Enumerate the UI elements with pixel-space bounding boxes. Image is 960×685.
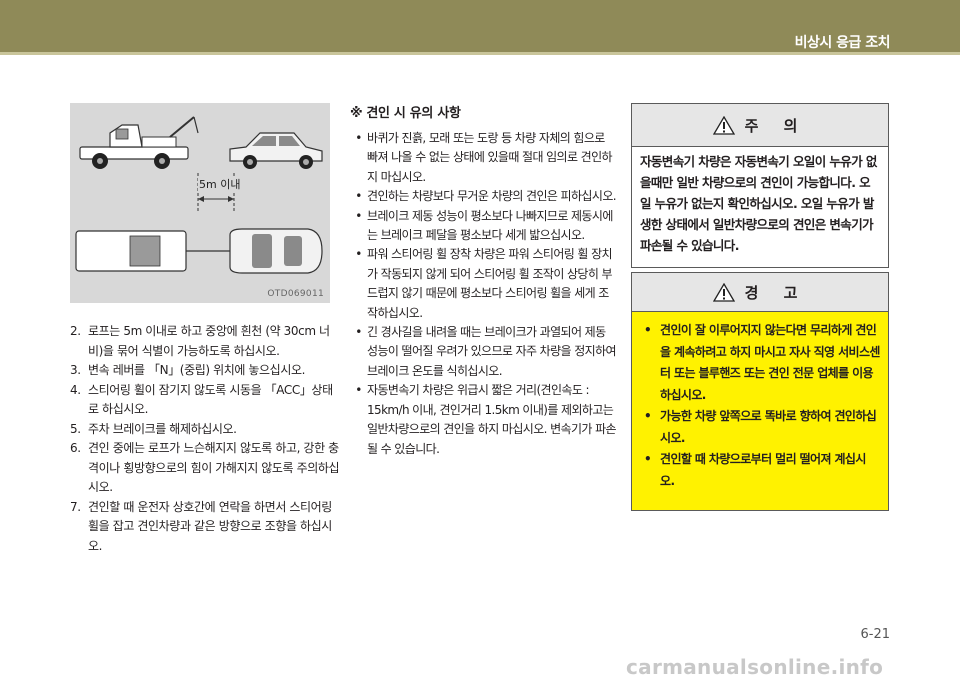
warning-list: • 견인이 잘 이루어지지 않는다면 무리하게 견인을 계속하려고 하지 마시고 … (632, 312, 888, 492)
towing-illustration: 5m 이내 OTD069011 (70, 103, 330, 303)
page-number: 6-21 (860, 627, 890, 642)
bullet-icon: • (644, 452, 652, 466)
step-number: 6. (70, 441, 81, 455)
step-number: 5. (70, 421, 81, 436)
bullet-icon: • (355, 131, 362, 145)
list-item: • 긴 경사길을 내려올 때는 브레이크가 과열되어 제동 성능이 떨어질 우려가… (350, 323, 618, 381)
towing-steps-list: 2. 로프는 5m 이내로 하고 중앙에 흰천 (약 30cm 너비)을 묶어 식… (70, 322, 342, 556)
note-text: 바퀴가 진흙, 모래 또는 도랑 등 차량 자체의 힘으로 빠져 나올 수 없는… (367, 131, 613, 184)
caution-box: 주 의 자동변속기 차량은 자동변속기 오일이 누유가 없을때만 일반 차량으로… (631, 103, 889, 268)
warning-text: 가능한 차량 앞쪽으로 똑바로 향하여 견인하십시오. (660, 409, 877, 445)
warning-box: 경 고 • 견인이 잘 이루어지지 않는다면 무리하게 견인을 계속하려고 하지 … (631, 272, 889, 511)
bullet-icon: • (355, 247, 362, 262)
step-text: 변속 레버를 「N」(중립) 위치에 놓으십시오. (88, 363, 306, 377)
bullet-icon: • (644, 409, 652, 423)
notes-title: 견인 시 유의 사항 (366, 106, 461, 121)
note-text: 자동변속기 차량은 위급시 짧은 거리(견인속도 : 15km/h 이내, 견인… (367, 383, 617, 456)
list-item: • 브레이크 제동 성능이 평소보다 나빠지므로 제동시에는 브레이크 페달을 평… (350, 207, 618, 246)
note-text: 브레이크 제동 성능이 평소보다 나빠지므로 제동시에는 브레이크 페달을 평소… (367, 208, 613, 243)
bullet-icon: • (355, 189, 362, 204)
warning-title: 경 고 (744, 283, 808, 302)
step-text: 로프는 5m 이내로 하고 중앙에 흰천 (약 30cm 너비)을 묶어 식별이… (88, 324, 330, 358)
warning-text: 견인이 잘 이루어지지 않는다면 무리하게 견인을 계속하려고 하지 마시고 자… (660, 323, 880, 402)
towed-car-top-icon (229, 228, 323, 274)
bullet-icon: • (644, 323, 652, 337)
list-item: • 견인하는 차량보다 무거운 차량의 견인은 피하십시오. (350, 187, 618, 206)
list-item: 2. 로프는 5m 이내로 하고 중앙에 흰천 (약 30cm 너비)을 묶어 식… (70, 322, 342, 361)
step-number: 3. (70, 363, 81, 377)
tow-truck-top-icon (75, 230, 230, 272)
list-item: 5. 주차 브레이크를 해제하십시오. (70, 420, 342, 440)
warning-text: 견인할 때 차량으로부터 멀리 떨어져 계십시오. (660, 452, 866, 488)
caution-title: 주 의 (744, 116, 808, 135)
step-number: 2. (70, 324, 81, 338)
note-text: 긴 경사길을 내려올 때는 브레이크가 과열되어 제동 성능이 떨어질 우려가 … (367, 325, 617, 378)
warning-triangle-icon (712, 282, 735, 302)
list-item: • 견인이 잘 이루어지지 않는다면 무리하게 견인을 계속하려고 하지 마시고 … (644, 320, 880, 406)
bullet-icon: • (355, 208, 362, 223)
step-text: 견인할 때 운전자 상호간에 연락을 하면서 스티어링 휠을 잡고 견인차량과 … (88, 499, 332, 553)
list-item: 6. 견인 중에는 로프가 느슨해지지 않도록 하고, 강한 충격이나 횡방향으로… (70, 439, 342, 498)
section-title: 비상시 응급 조치 (794, 35, 891, 51)
note-text: 파워 스티어링 휠 장착 차량은 파워 스티어링 휠 장치가 작동되지 않게 되… (367, 247, 613, 320)
header-divider (0, 52, 960, 55)
tow-truck-icon (79, 116, 199, 169)
list-item: 3. 변속 레버를 「N」(중립) 위치에 놓으십시오. (70, 361, 342, 381)
list-item: 7. 견인할 때 운전자 상호간에 연락을 하면서 스티어링 휠을 잡고 견인차량… (70, 498, 342, 557)
notes-list: • 바퀴가 진흙, 모래 또는 도랑 등 차량 자체의 힘으로 빠져 나올 수 없… (350, 129, 618, 459)
step-number: 4. (70, 382, 81, 397)
towing-notes: ※ 견인 시 유의 사항 • 바퀴가 진흙, 모래 또는 도랑 등 차량 자체의 힘… (350, 102, 618, 459)
list-item: • 자동변속기 차량은 위급시 짧은 거리(견인속도 : 15km/h 이내, 견… (350, 381, 618, 459)
caution-header: 주 의 (632, 104, 888, 147)
list-item: • 파워 스티어링 휠 장착 차량은 파워 스티어링 휠 장치가 작동되지 않게 … (350, 245, 618, 323)
list-item: 4. 스티어링 휠이 잠기지 않도록 시동을 「ACC」상태로 하십시오. (70, 381, 342, 420)
warning-triangle-icon (712, 115, 735, 135)
list-item: • 견인할 때 차량으로부터 멀리 떨어져 계십시오. (644, 449, 880, 492)
reference-mark-icon: ※ (350, 106, 363, 121)
list-item: • 바퀴가 진흙, 모래 또는 도랑 등 차량 자체의 힘으로 빠져 나올 수 없… (350, 129, 618, 187)
notes-heading: ※ 견인 시 유의 사항 (350, 102, 618, 121)
list-item: • 가능한 차량 앞쪽으로 똑바로 향하여 견인하십시오. (644, 406, 880, 449)
note-text: 견인하는 차량보다 무거운 차량의 견인은 피하십시오. (367, 189, 617, 204)
distance-label: 5m 이내 (198, 176, 242, 192)
figure-code: OTD069011 (267, 289, 324, 299)
bullet-icon: • (355, 383, 362, 398)
step-text: 주차 브레이크를 해제하십시오. (88, 421, 237, 436)
bullet-icon: • (355, 325, 362, 340)
step-text: 견인 중에는 로프가 느슨해지지 않도록 하고, 강한 충격이나 횡방향으로의 … (88, 441, 340, 494)
towed-car-side-icon (229, 132, 323, 169)
warning-header: 경 고 (632, 273, 888, 312)
caution-text: 자동변속기 차량은 자동변속기 오일이 누유가 없을때만 일반 차량으로의 견인… (640, 154, 877, 253)
step-number: 7. (70, 499, 81, 514)
step-text: 스티어링 휠이 잠기지 않도록 시동을 「ACC」상태로 하십시오. (88, 382, 333, 417)
watermark: carmanualsonline.info (626, 655, 884, 679)
tow-diagram-svg (75, 116, 323, 274)
